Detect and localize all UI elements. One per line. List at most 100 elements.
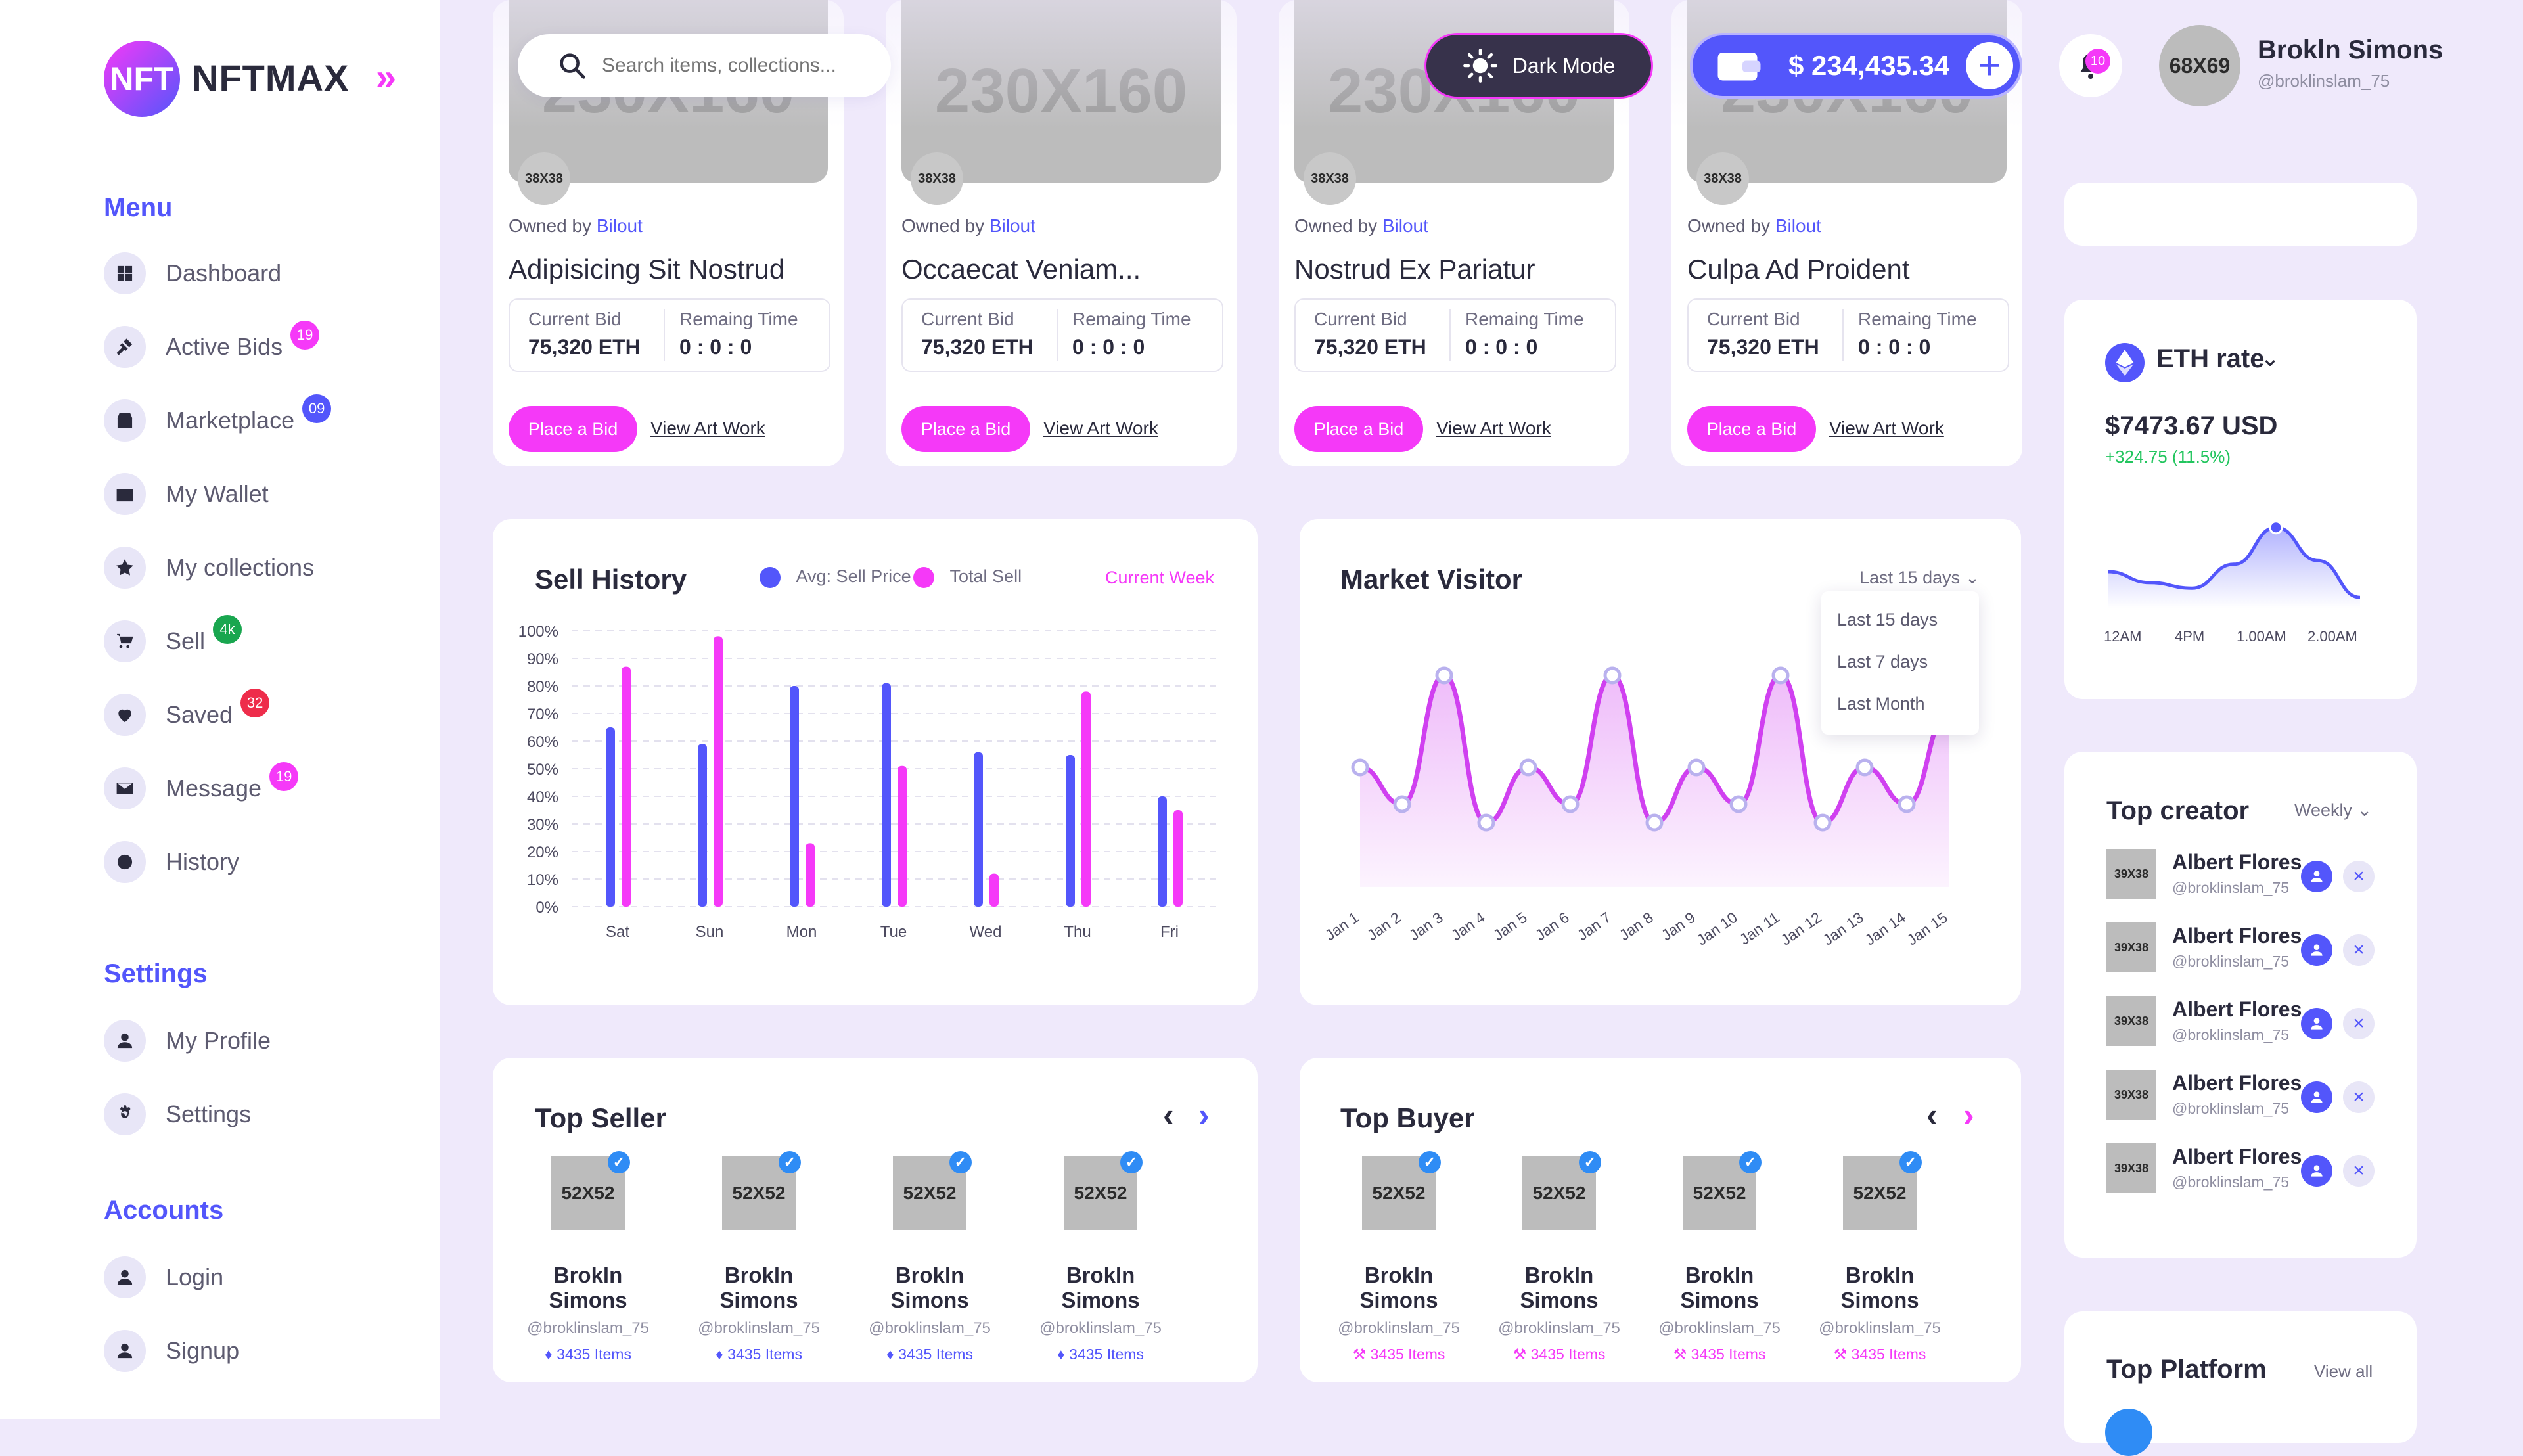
place-bid-button[interactable]: Place a Bid [509,406,637,452]
next-arrow-icon[interactable]: › [1963,1096,1974,1134]
place-bid-button[interactable]: Place a Bid [1294,406,1423,452]
visitor-point[interactable] [1771,666,1790,685]
current-week-filter[interactable]: Current Week [1105,568,1214,588]
view-all-link[interactable]: View all [2314,1361,2373,1382]
close-icon[interactable]: × [2343,1155,2375,1187]
prev-arrow-icon[interactable]: ‹ [1163,1096,1174,1134]
sidebar-item-active-bids[interactable]: Active Bids 19 [104,321,406,371]
sidebar-item-dashboard[interactable]: Dashboard [104,250,406,297]
avatar[interactable]: 68X69 [2159,25,2240,106]
sidebar-item-settings[interactable]: Settings [104,1091,406,1138]
bar-avg-sell-price[interactable] [882,683,891,907]
visitor-point[interactable] [1351,758,1369,777]
visitor-point[interactable] [1519,758,1537,777]
person-card[interactable]: 52X52 ✓ Brokln Simons @broklinslam_75 ♦ 3435… [1025,1151,1176,1363]
eth-point[interactable] [2269,520,2283,535]
creator-name[interactable]: Albert Flores [2172,997,2302,1022]
chevron-down-icon[interactable]: ⌄ [2260,344,2280,372]
close-icon[interactable]: × [2343,1008,2375,1039]
user-name[interactable]: Brokln Simons [2258,35,2443,65]
nft-title[interactable]: Adipisicing Sit Nostrud [509,254,784,285]
view-art-work-link[interactable]: View Art Work [1043,418,1158,439]
close-icon[interactable]: × [2343,1081,2375,1113]
visitor-point[interactable] [1603,666,1622,685]
next-arrow-icon[interactable]: › [1198,1096,1210,1134]
bar-total-sell[interactable] [1081,691,1091,907]
owner-link[interactable]: Bilout [1382,216,1428,236]
person-card[interactable]: 52X52 ✓ Brokln Simons @broklinslam_75 ♦ 3435… [683,1151,834,1363]
sidebar-item-saved[interactable]: Saved 32 [104,689,406,739]
bar-avg-sell-price[interactable] [790,686,799,907]
creator-name[interactable]: Albert Flores [2172,1145,2302,1169]
creator-name[interactable]: Albert Flores [2172,924,2302,948]
sidebar-item-marketplace[interactable]: Marketplace 09 [104,394,406,444]
visitor-point[interactable] [1435,666,1453,685]
follow-user-icon[interactable] [2301,1155,2332,1187]
sidebar-item-my-wallet[interactable]: My Wallet [104,470,406,518]
creator-row[interactable]: 39X38 Albert Flores @broklinslam_75 × [2106,996,2415,1062]
visitor-point[interactable] [1729,795,1748,813]
add-funds-icon[interactable]: + [1966,42,2013,89]
visitor-point[interactable] [1561,795,1580,813]
brand-name[interactable]: NFTMAX [192,57,349,99]
creator-row[interactable]: 39X38 Albert Flores @broklinslam_75 × [2106,849,2415,915]
nft-title[interactable]: Nostrud Ex Pariatur [1294,254,1535,285]
search-bar[interactable] [518,34,891,97]
dropdown-option[interactable]: Last 15 days [1837,610,1938,630]
follow-user-icon[interactable] [2301,1081,2332,1113]
close-icon[interactable]: × [2343,861,2375,892]
person-card[interactable]: 52X52 ✓ Brokln Simons @broklinslam_75 ⚒ 3435… [1484,1151,1635,1363]
bar-avg-sell-price[interactable] [1158,796,1167,907]
collapse-sidebar-icon[interactable]: » [376,55,396,98]
person-card[interactable]: 52X52 ✓ Brokln Simons @broklinslam_75 ♦ 3435… [512,1151,664,1363]
visitor-point[interactable] [1813,813,1832,832]
sidebar-item-login[interactable]: Login [104,1254,406,1301]
visitor-point[interactable] [1898,795,1916,813]
logo-icon[interactable]: NFT [104,41,180,117]
view-art-work-link[interactable]: View Art Work [1436,418,1551,439]
follow-user-icon[interactable] [2301,1008,2332,1039]
bar-total-sell[interactable] [622,666,631,907]
visitor-point[interactable] [1645,813,1664,832]
creator-row[interactable]: 39X38 Albert Flores @broklinslam_75 × [2106,1070,2415,1135]
person-card[interactable]: 52X52 ✓ Brokln Simons @broklinslam_75 ⚒ 3435… [1323,1151,1474,1363]
person-card[interactable]: 52X52 ✓ Brokln Simons @broklinslam_75 ♦ 3435… [854,1151,1005,1363]
wallet-balance-button[interactable]: $ 234,435.34 + [1690,33,2022,99]
view-art-work-link[interactable]: View Art Work [650,418,765,439]
period-dropdown[interactable]: Last 15 days ⌄ [1859,568,1980,588]
sidebar-item-sell[interactable]: Sell 4k [104,615,406,665]
bar-avg-sell-price[interactable] [698,744,707,907]
prev-arrow-icon[interactable]: ‹ [1926,1096,1938,1134]
sidebar-item-my-collections[interactable]: My collections [104,544,406,591]
visitor-point[interactable] [1477,813,1495,832]
bar-avg-sell-price[interactable] [606,727,615,907]
owner-link[interactable]: Bilout [989,216,1035,236]
nft-title[interactable]: Culpa Ad Proident [1687,254,1910,285]
view-art-work-link[interactable]: View Art Work [1829,418,1944,439]
bar-avg-sell-price[interactable] [1066,755,1075,907]
person-card[interactable]: 52X52 ✓ Brokln Simons @broklinslam_75 ⚒ 3435… [1804,1151,1955,1363]
place-bid-button[interactable]: Place a Bid [901,406,1030,452]
dark-mode-button[interactable]: Dark Mode [1424,33,1653,99]
sidebar-item-signup[interactable]: Signup [104,1327,406,1375]
sidebar-item-my-profile[interactable]: My Profile [104,1017,406,1064]
bar-avg-sell-price[interactable] [974,752,983,907]
nft-title[interactable]: Occaecat Veniam... [901,254,1141,285]
follow-user-icon[interactable] [2301,934,2332,966]
dropdown-option[interactable]: Last 7 days [1837,652,1928,672]
creator-row[interactable]: 39X38 Albert Flores @broklinslam_75 × [2106,922,2415,988]
owner-link[interactable]: Bilout [597,216,643,236]
visitor-point[interactable] [1393,795,1411,813]
legend-avg-sell-price[interactable]: Avg: Sell Price [760,566,911,588]
weekly-filter[interactable]: Weekly ⌄ [2294,800,2372,821]
follow-user-icon[interactable] [2301,861,2332,892]
dropdown-option[interactable]: Last Month [1837,694,1925,714]
close-icon[interactable]: × [2343,934,2375,966]
creator-name[interactable]: Albert Flores [2172,850,2302,875]
sidebar-item-message[interactable]: Message 19 [104,762,406,812]
place-bid-button[interactable]: Place a Bid [1687,406,1816,452]
creator-name[interactable]: Albert Flores [2172,1071,2302,1095]
bar-total-sell[interactable] [1173,810,1183,907]
legend-total-sell[interactable]: Total Sell [913,566,1022,588]
search-input[interactable] [601,54,879,78]
